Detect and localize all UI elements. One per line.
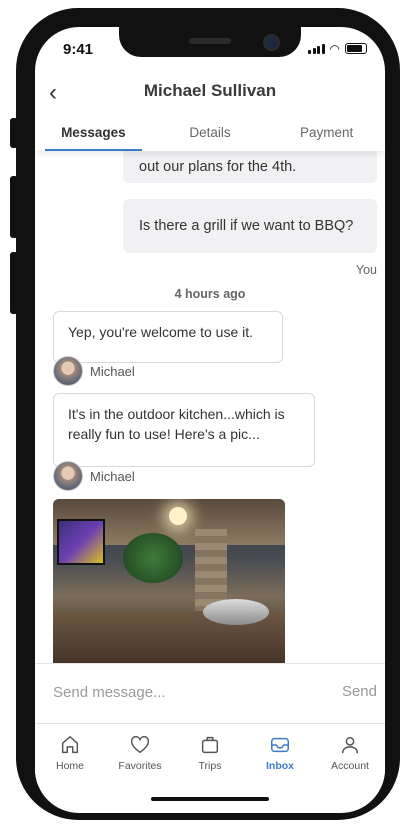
- photo-palm: [123, 533, 183, 583]
- conversation-header: ‹ Michael Sullivan Messages Details Paym…: [35, 71, 385, 151]
- message-text: Yep, you're welcome to use it.: [68, 324, 254, 340]
- home-indicator: [151, 797, 269, 801]
- page-title: Michael Sullivan: [143, 81, 277, 100]
- nav-label: Home: [55, 760, 84, 772]
- message-thread[interactable]: out our plans for the 4th. Is there a gr…: [35, 151, 385, 663]
- nav-favorites[interactable]: Favorites: [105, 724, 175, 786]
- tab-payment[interactable]: Payment: [268, 125, 385, 151]
- nav-inbox[interactable]: Inbox: [245, 724, 315, 786]
- inbox-icon: [271, 737, 289, 753]
- tab-details[interactable]: Details: [152, 125, 269, 151]
- sender-row: Michael: [53, 356, 135, 386]
- photo-light: [169, 507, 187, 525]
- speaker: [189, 38, 231, 44]
- battery-icon: [345, 43, 367, 54]
- status-icons: ◠: [308, 41, 367, 56]
- nav-label: Trips: [198, 760, 222, 772]
- incoming-message: It's in the outdoor kitchen...which is r…: [53, 393, 315, 467]
- home-icon: [61, 736, 79, 754]
- message-text: Is there a grill if we want to BBQ?: [139, 218, 354, 234]
- message-text: out our plans for the 4th.: [139, 159, 297, 175]
- notch: [119, 27, 301, 57]
- suitcase-icon: [201, 736, 219, 754]
- nav-trips[interactable]: Trips: [175, 724, 245, 786]
- status-time: 9:41: [63, 41, 94, 58]
- outgoing-message: Is there a grill if we want to BBQ?: [123, 199, 377, 253]
- photo-grill: [203, 599, 269, 625]
- message-input[interactable]: [53, 684, 283, 701]
- heart-icon: [130, 735, 150, 754]
- outgoing-message-partial: out our plans for the 4th.: [123, 151, 377, 183]
- sender-name: Michael: [90, 468, 135, 484]
- person-icon: [341, 736, 359, 754]
- nav-label: Favorites: [118, 760, 162, 772]
- sender-row: Michael: [53, 461, 135, 491]
- nav-home[interactable]: Home: [35, 724, 105, 786]
- message-text: It's in the outdoor kitchen...which is r…: [68, 406, 285, 442]
- nav-label: Account: [331, 760, 369, 772]
- compose-bar: Send: [35, 663, 385, 724]
- photo-tv: [57, 519, 105, 565]
- tab-bar: Messages Details Payment: [35, 125, 385, 151]
- time-divider: 4 hours ago: [174, 287, 246, 301]
- phone-screen: 9:41 ◠ ‹ Michael Sullivan Messages Detai…: [35, 27, 385, 813]
- avatar: [53, 461, 83, 491]
- tab-messages[interactable]: Messages: [35, 125, 152, 151]
- bottom-nav: Home Favorites Trips Inbox Account: [35, 723, 385, 786]
- sender-label-you: You: [355, 263, 377, 277]
- signal-icon: [308, 43, 325, 54]
- outdoor-kitchen-photo[interactable]: [53, 499, 285, 663]
- avatar: [53, 356, 83, 386]
- nav-label: Inbox: [266, 760, 294, 772]
- front-camera: [263, 34, 280, 51]
- nav-account[interactable]: Account: [315, 724, 385, 786]
- sender-name: Michael: [90, 363, 135, 379]
- wifi-icon: ◠: [329, 41, 340, 56]
- send-button[interactable]: Send: [342, 683, 377, 700]
